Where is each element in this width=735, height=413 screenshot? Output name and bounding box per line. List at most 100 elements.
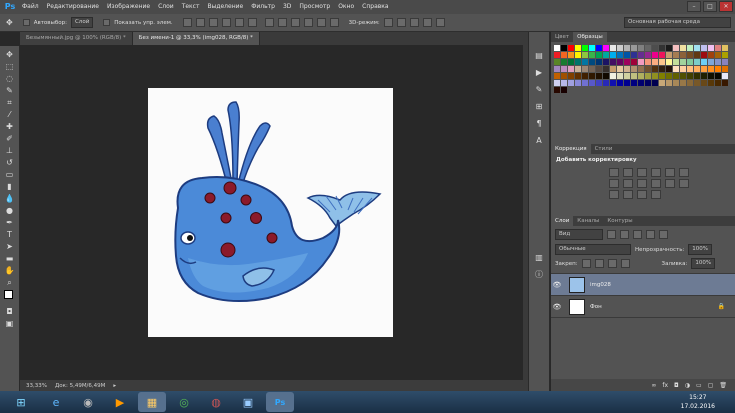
pen-icon[interactable]: ✒ [3,217,17,228]
swatch-cell[interactable] [666,73,672,79]
swatch-cell[interactable] [596,80,602,86]
swatch-cell[interactable] [561,80,567,86]
swatch-cell[interactable] [568,52,574,58]
player-icon[interactable]: ▶ [106,392,134,412]
swatch-cell[interactable] [687,45,693,51]
swatch-cell[interactable] [694,45,700,51]
visibility-eye-icon[interactable]: 👁 [551,281,563,289]
swatch-cell[interactable] [631,45,637,51]
layer-row[interactable]: 👁 Фон 🔒 [551,296,735,318]
swatch-cell[interactable] [568,80,574,86]
distribute-left-icon[interactable] [303,18,313,27]
history-brush-icon[interactable]: ↺ [3,157,17,168]
swatch-cell[interactable] [687,52,693,58]
posterize-icon[interactable] [609,190,619,199]
tab-swatches[interactable]: Образцы [573,32,607,42]
menu-3d[interactable]: 3D [279,0,295,14]
swatch-cell[interactable] [589,59,595,65]
menu-view[interactable]: Просмотр [295,0,334,14]
swatch-cell[interactable] [680,45,686,51]
align-top-icon[interactable] [182,18,192,27]
swatch-cell[interactable] [603,52,609,58]
swatch-cell[interactable] [673,59,679,65]
swatch-cell[interactable] [575,80,581,86]
blend-mode-select[interactable]: Обычные [555,244,631,255]
3d-scale-icon[interactable] [435,18,445,27]
shape-icon[interactable]: ▬ [3,253,17,264]
dodge-icon[interactable]: ● [3,205,17,216]
swatch-cell[interactable] [554,45,560,51]
lock-pixels-icon[interactable] [594,259,604,268]
swatch-cell[interactable] [617,66,623,72]
maximize-icon[interactable]: □ [703,1,717,12]
autoselect-select[interactable]: Слой [70,17,94,28]
swatch-cell[interactable] [722,66,728,72]
swatch-cell[interactable] [708,59,714,65]
swatch-cell[interactable] [575,45,581,51]
swatch-cell[interactable] [659,80,665,86]
menu-image[interactable]: Изображение [103,0,154,14]
filter-type-icon[interactable] [633,230,642,239]
swatch-cell[interactable] [582,59,588,65]
swatch-cell[interactable] [659,66,665,72]
swatch-cell[interactable] [582,73,588,79]
show-controls-checkbox[interactable] [103,19,111,26]
swatch-cell[interactable] [638,59,644,65]
gradient-map-icon[interactable] [637,190,647,199]
swatch-cell[interactable] [617,45,623,51]
visibility-eye-icon[interactable]: 👁 [551,303,563,311]
zoom-level[interactable]: 33,33% [26,383,47,389]
tab-layers[interactable]: Слои [551,216,574,226]
swatch-cell[interactable] [666,45,672,51]
swatch-cell[interactable] [603,66,609,72]
levels-icon[interactable] [623,168,633,177]
swatch-cell[interactable] [722,45,728,51]
ie-icon[interactable]: e [42,392,70,412]
swatch-cell[interactable] [715,52,721,58]
minimize-icon[interactable]: – [687,1,701,12]
swatch-cell[interactable] [645,45,651,51]
swatch-cell[interactable] [554,87,560,93]
swatch-cell[interactable] [666,80,672,86]
move-icon[interactable]: ✥ [3,49,17,60]
swatch-cell[interactable] [596,59,602,65]
swatch-cell[interactable] [568,59,574,65]
swatch-cell[interactable] [722,59,728,65]
lasso-icon[interactable]: ◌ [3,73,17,84]
swatch-cell[interactable] [575,59,581,65]
brush-presets-icon[interactable]: ✎ [533,84,546,95]
swatch-cell[interactable] [624,45,630,51]
swatch-cell[interactable] [680,80,686,86]
menu-file[interactable]: Файл [18,0,43,14]
screen-mode-icon[interactable]: ▣ [3,318,17,329]
swatch-cell[interactable] [687,80,693,86]
distribute-bottom-icon[interactable] [290,18,300,27]
swatch-cell[interactable] [687,59,693,65]
swatch-cell[interactable] [596,52,602,58]
swatch-cell[interactable] [708,66,714,72]
swatch-cell[interactable] [680,73,686,79]
swatch-cell[interactable] [645,52,651,58]
swatch-cell[interactable] [568,45,574,51]
swatch-cell[interactable] [561,52,567,58]
swatch-cell[interactable] [624,80,630,86]
distribute-hcenter-icon[interactable] [316,18,326,27]
swatch-cell[interactable] [694,80,700,86]
swatch-cell[interactable] [610,73,616,79]
media-icon[interactable]: ◉ [74,392,102,412]
menu-edit[interactable]: Редактирование [43,0,103,14]
tab-adjustments[interactable]: Коррекция [551,144,591,154]
swatch-cell[interactable] [722,73,728,79]
swatch-cell[interactable] [715,59,721,65]
align-bottom-icon[interactable] [208,18,218,27]
menu-filter[interactable]: Фильтр [247,0,279,14]
align-right-icon[interactable] [247,18,257,27]
curves-icon[interactable] [637,168,647,177]
swatch-cell[interactable] [701,45,707,51]
swatch-cell[interactable] [715,73,721,79]
menu-window[interactable]: Окно [334,0,358,14]
swatch-cell[interactable] [694,52,700,58]
swatch-cell[interactable] [638,73,644,79]
document-canvas[interactable] [148,88,393,337]
healing-icon[interactable]: ✚ [3,121,17,132]
